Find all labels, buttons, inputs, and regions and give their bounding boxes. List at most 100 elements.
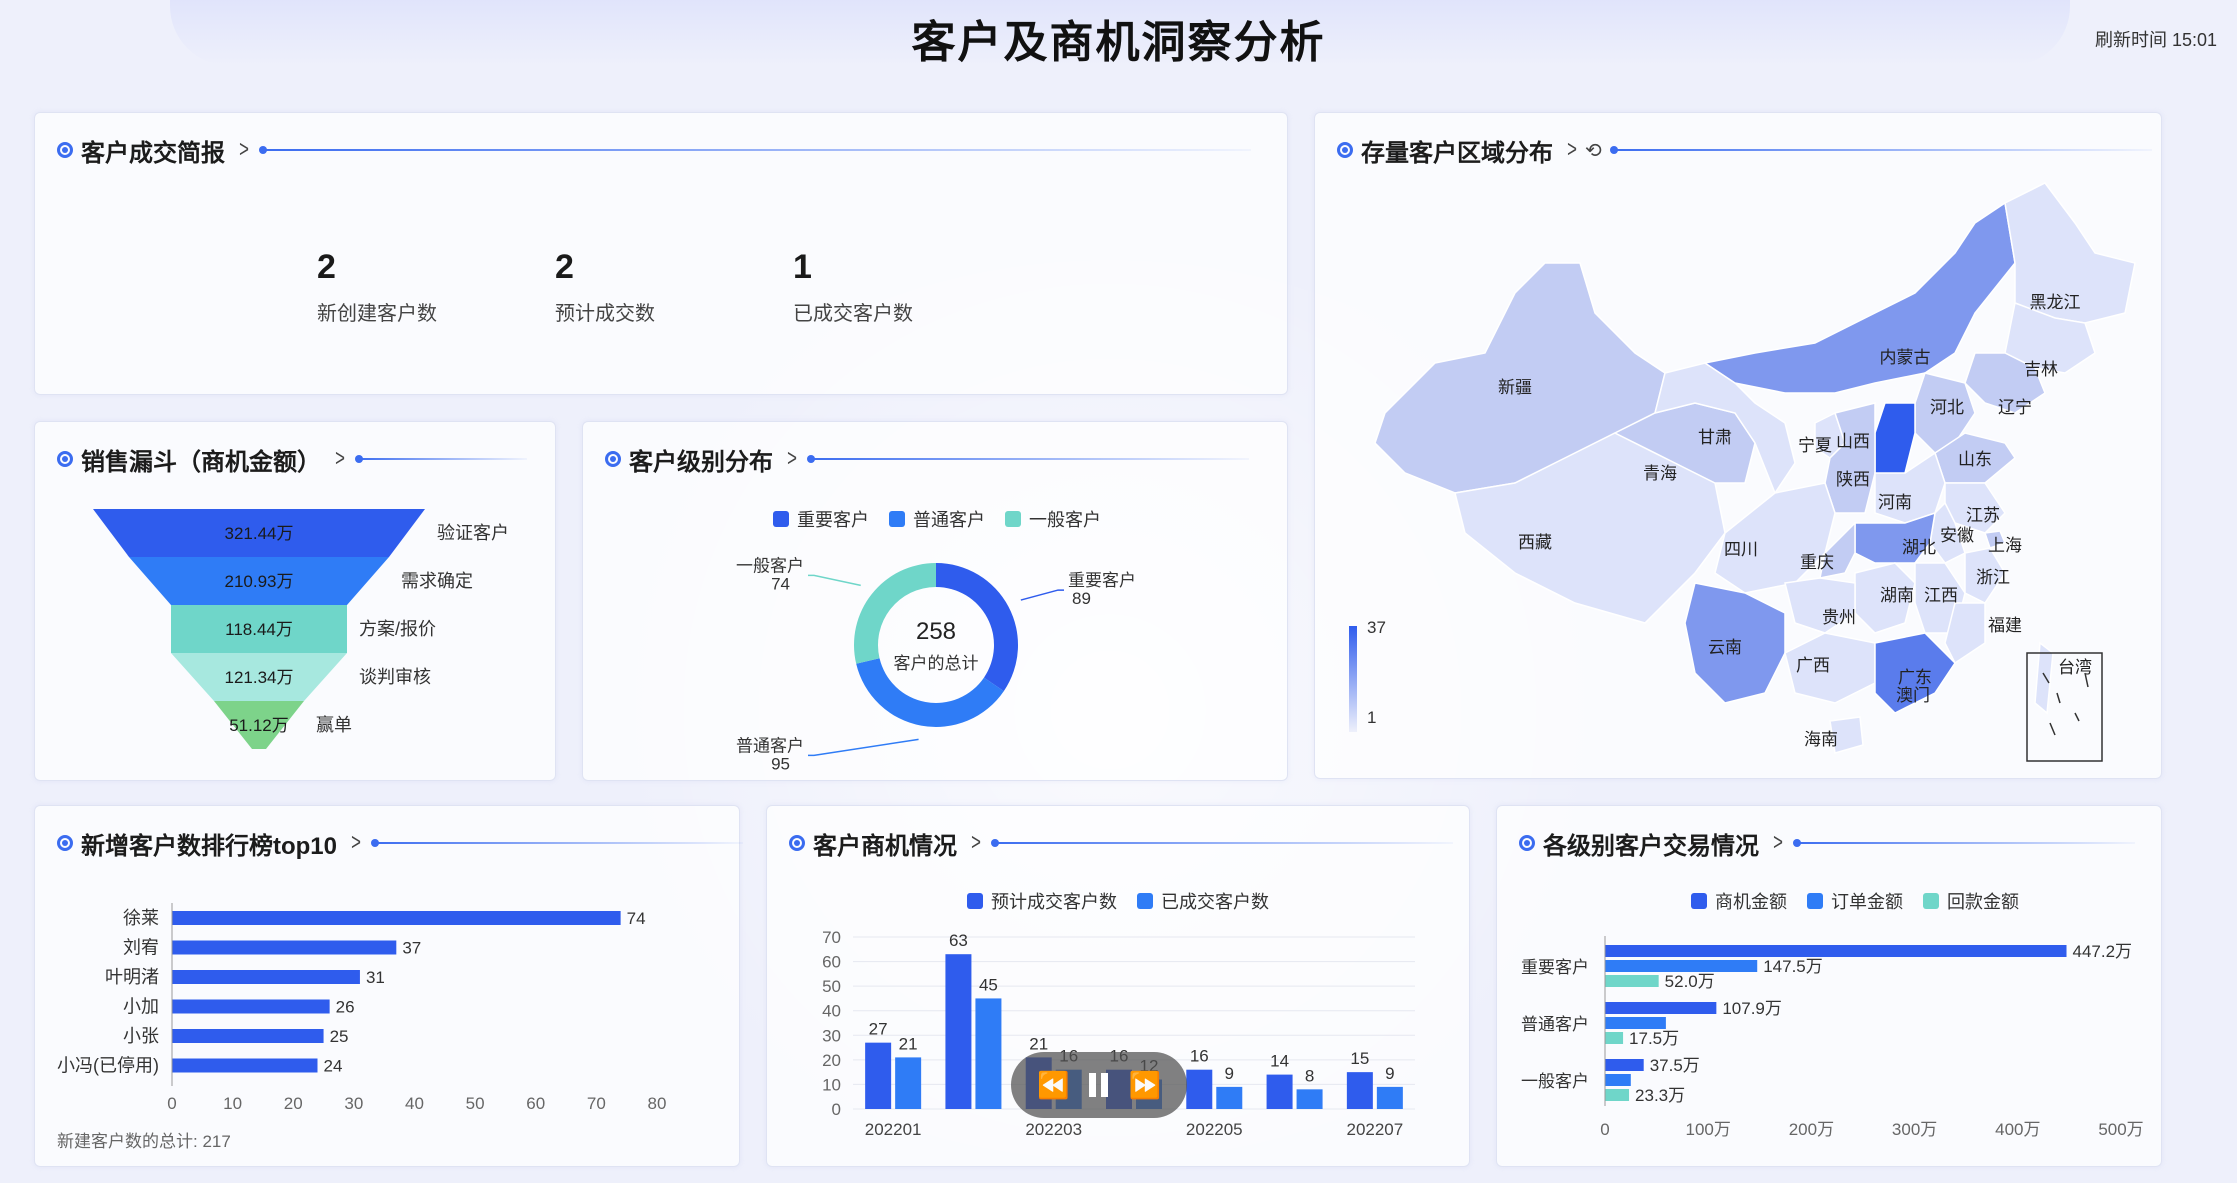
map-province-label: 甘肃 bbox=[1698, 428, 1732, 447]
chevron-right-icon[interactable]: > bbox=[239, 136, 249, 164]
map-province-label: 福建 bbox=[1988, 616, 2022, 635]
opp-x-tick: 202201 bbox=[865, 1120, 922, 1139]
trade-x-tick: 500万 bbox=[2098, 1120, 2143, 1139]
opp-bar[interactable] bbox=[1376, 1086, 1403, 1109]
rewind-icon[interactable]: ⏪ bbox=[1037, 1070, 1069, 1101]
opp-bar[interactable] bbox=[975, 998, 1002, 1109]
map-province-label: 浙江 bbox=[1976, 568, 2010, 587]
rank-x-tick: 30 bbox=[344, 1094, 363, 1113]
map-province-label: 新疆 bbox=[1498, 378, 1532, 397]
rank-x-tick: 80 bbox=[648, 1094, 667, 1113]
map-province-label: 西藏 bbox=[1518, 533, 1552, 552]
donut-center-label: 客户的总计 bbox=[894, 654, 979, 673]
donut-slice-label: 普通客户 bbox=[736, 736, 804, 755]
rank-bar[interactable] bbox=[172, 970, 360, 984]
funnel-stage-label: 方案/报价 bbox=[359, 619, 436, 639]
brief-panel-title: 客户成交简报 bbox=[81, 139, 225, 167]
trade-bar-chart[interactable]: 重要客户 447.2万 147.5万 52.0万普通客户 107.9万 17.5万一般客户… bbox=[1497, 806, 2163, 1168]
donut-center-value: 258 bbox=[916, 618, 956, 645]
trade-bar[interactable] bbox=[1605, 945, 2067, 957]
map-province-label: 重庆 bbox=[1800, 553, 1834, 572]
map-province-label: 黑龙江 bbox=[2030, 293, 2081, 312]
opp-y-tick: 20 bbox=[822, 1051, 841, 1070]
rank-x-tick: 0 bbox=[167, 1094, 176, 1113]
opp-bar-value: 27 bbox=[869, 1020, 888, 1039]
trade-bar[interactable] bbox=[1605, 1032, 1624, 1044]
trade-x-tick: 400万 bbox=[1995, 1120, 2040, 1139]
map-province-label: 山西 bbox=[1836, 432, 1870, 451]
map-province-label: 广东 bbox=[1898, 668, 1932, 687]
opp-bar[interactable] bbox=[865, 1042, 892, 1109]
funnel-panel: 销售漏斗（商机金额） > 321.44万 验证客户 210.93万 需求确定 118.4… bbox=[34, 421, 556, 781]
map-province-label: 上海 bbox=[1988, 536, 2022, 555]
brief-panel-header[interactable]: 客户成交简报 > bbox=[57, 135, 1252, 167]
kpi-label: 新创建客户数 bbox=[317, 303, 437, 325]
trade-bar[interactable] bbox=[1605, 1017, 1666, 1029]
funnel-stage-label: 验证客户 bbox=[437, 523, 509, 543]
opp-bar[interactable] bbox=[1216, 1086, 1243, 1109]
donut-slice-value: 89 bbox=[1072, 589, 1091, 608]
donut-slice[interactable] bbox=[854, 563, 936, 664]
funnel-chart[interactable]: 321.44万 验证客户 210.93万 需求确定 118.44万 方案/报价 121.34… bbox=[35, 422, 557, 782]
donut-leader-line bbox=[808, 574, 861, 587]
rank-value-label: 74 bbox=[627, 909, 646, 928]
rank-bar[interactable] bbox=[172, 1058, 318, 1073]
opp-bar[interactable] bbox=[1266, 1074, 1293, 1109]
trade-bar-value: 447.2万 bbox=[2073, 942, 2133, 961]
opp-bar-value: 9 bbox=[1385, 1064, 1394, 1083]
refresh-time: 刷新时间 15:01 bbox=[2094, 30, 2217, 50]
kpi-value: 2 bbox=[317, 248, 336, 286]
opp-bar[interactable] bbox=[1296, 1089, 1323, 1109]
donut-chart[interactable]: 重要客户89 普通客户95 一般客户74 258 客户的总计 bbox=[583, 422, 1289, 782]
trade-bar-value: 17.5万 bbox=[1629, 1029, 1679, 1048]
fast-forward-icon[interactable]: ⏩ bbox=[1129, 1070, 1161, 1101]
trade-bar[interactable] bbox=[1605, 960, 1758, 972]
map-province-label: 安徽 bbox=[1940, 526, 1974, 545]
map-province-label: 台湾 bbox=[2058, 658, 2092, 677]
rank-bar[interactable] bbox=[172, 911, 621, 925]
funnel-stage-label: 需求确定 bbox=[401, 571, 473, 591]
funnel-stage-label: 赢单 bbox=[316, 714, 352, 735]
map-province-label: 江西 bbox=[1924, 586, 1958, 605]
rank-bar[interactable] bbox=[172, 999, 330, 1014]
map-province-label: 湖南 bbox=[1880, 586, 1914, 605]
opp-bar[interactable] bbox=[895, 1057, 922, 1109]
trade-bar[interactable] bbox=[1605, 975, 1659, 987]
map-province-label: 河南 bbox=[1878, 493, 1912, 512]
opp-x-tick: 202203 bbox=[1025, 1120, 1082, 1139]
map-province-label: 澳门 bbox=[1896, 686, 1930, 705]
opp-bar[interactable] bbox=[945, 954, 972, 1109]
pause-icon[interactable] bbox=[1089, 1073, 1109, 1097]
ranking-bar-chart[interactable]: 徐莱 74 刘宥 37 叶明渚 31 小加 26 小张 25 小冯(已停用) 24 0 10 20 30 40 5… bbox=[35, 806, 741, 1168]
map-province-label: 贵州 bbox=[1822, 608, 1856, 627]
funnel-value-label: 210.93万 bbox=[225, 572, 294, 591]
china-map[interactable]: 新疆西藏 青海 甘肃 内蒙古 黑龙江吉林辽宁 河北山西宁夏陕西 山东河南江苏安徽上海 湖北 四川… bbox=[1315, 113, 2163, 780]
page-header: 客户及商机洞察分析 刷新时间 15:01 bbox=[0, 0, 2237, 70]
donut-leader-line bbox=[1020, 589, 1064, 601]
opp-x-tick: 202207 bbox=[1346, 1120, 1403, 1139]
kpi-label: 预计成交数 bbox=[555, 303, 655, 325]
trade-bar[interactable] bbox=[1605, 1059, 1644, 1071]
opp-bar-value: 16 bbox=[1190, 1047, 1209, 1066]
trade-bar[interactable] bbox=[1605, 1089, 1630, 1101]
trade-bar-value: 52.0万 bbox=[1665, 972, 1715, 991]
map-province-label: 内蒙古 bbox=[1880, 348, 1931, 367]
map-province-label: 宁夏 bbox=[1798, 436, 1832, 455]
rank-category-label: 小加 bbox=[123, 997, 159, 1017]
opp-bar[interactable] bbox=[1186, 1069, 1213, 1109]
kpi-new-customers: 2 新创建客户数 bbox=[317, 248, 437, 326]
trade-bar[interactable] bbox=[1605, 1002, 1717, 1014]
donut-leader-line bbox=[808, 738, 919, 757]
rank-value-label: 37 bbox=[402, 939, 421, 958]
rank-panel: 新增客户数排行榜top10 > 徐莱 74 刘宥 37 叶明渚 31 小加 26 小张 25 小冯(… bbox=[34, 805, 744, 1168]
opp-panel: 客户商机情况 > 预计成交客户数 已成交客户数 0 10 20 30 40 50 60 70 2… bbox=[766, 805, 1470, 1167]
opp-bar-value: 14 bbox=[1270, 1052, 1289, 1071]
trade-bar[interactable] bbox=[1605, 1074, 1631, 1086]
rank-bar[interactable] bbox=[172, 1029, 324, 1043]
opp-bar[interactable] bbox=[1346, 1072, 1373, 1109]
map-region-sichuan bbox=[1714, 482, 1836, 594]
rank-x-tick: 60 bbox=[526, 1094, 545, 1113]
donut-slice-value: 74 bbox=[771, 574, 790, 593]
opp-bar-value: 45 bbox=[979, 975, 998, 994]
rank-bar[interactable] bbox=[172, 940, 397, 955]
